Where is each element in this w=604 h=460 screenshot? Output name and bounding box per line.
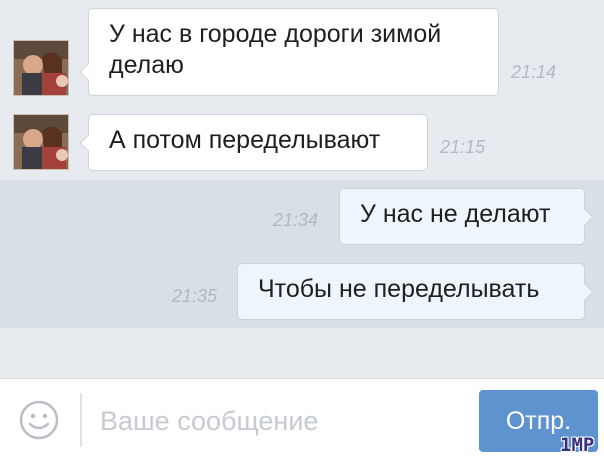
bubble-tail (79, 134, 97, 152)
message-timestamp: 21:14 (511, 62, 557, 82)
message-text-line: Чтобы не переделывать (258, 275, 540, 303)
message-timestamp: 21:35 (172, 286, 218, 306)
message-timestamp: 21:34 (273, 210, 319, 230)
message-text-line: У нас в городе дороги зимой (109, 20, 442, 48)
smiley-icon[interactable] (18, 399, 60, 441)
message-bubble-incoming[interactable]: У нас в городе дороги зимой делаю (79, 8, 499, 96)
bubble-tail (79, 63, 97, 81)
message-timestamp: 21:15 (440, 137, 486, 157)
chat-screen: У нас в городе дороги зимой делаю 21:14 … (0, 0, 604, 460)
message-input[interactable] (100, 399, 460, 443)
composer-divider (80, 393, 82, 447)
avatar-photo-icon (14, 41, 68, 95)
avatar-photo-icon (14, 115, 68, 169)
message-text-line: У нас не делают (360, 200, 551, 228)
message-list[interactable]: У нас в городе дороги зимой делаю 21:14 … (0, 0, 604, 378)
sender-avatar[interactable] (13, 40, 69, 96)
message-bubble-incoming[interactable]: А потом переделывают (79, 114, 428, 171)
sender-avatar[interactable] (13, 114, 69, 170)
watermark-logo: 1MP (560, 434, 595, 456)
message-bubble-outgoing[interactable]: Чтобы не переделывать (237, 263, 594, 320)
message-text-line: А потом переделывают (109, 126, 381, 154)
message-text-line: делаю (109, 51, 184, 79)
message-bubble-outgoing[interactable]: У нас не делают (339, 188, 594, 245)
